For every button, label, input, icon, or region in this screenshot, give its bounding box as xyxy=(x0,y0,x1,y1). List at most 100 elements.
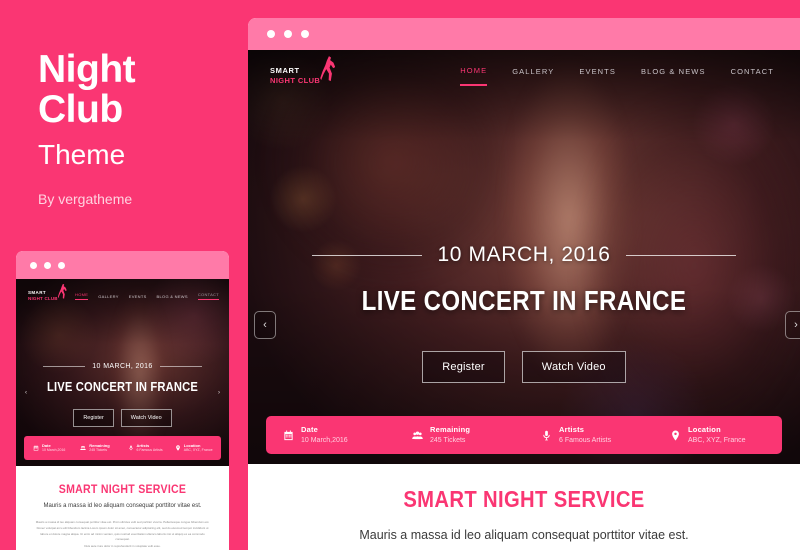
mini-info-cell-location: Location ABC, XYZ, France xyxy=(170,443,217,452)
nav-item-home[interactable]: HOME xyxy=(460,66,488,86)
service-title: SMART NIGHT SERVICE xyxy=(403,486,645,512)
mini-nav-menu: HOME GALLERY EVENTS BLOG & NEWS CONTACT xyxy=(75,292,219,300)
service-section: SMART NIGHT SERVICE Mauris a massa id le… xyxy=(248,464,800,542)
dancer-silhouette-icon xyxy=(57,283,67,299)
mini-body-line4: ad minim veniam, quis nostrud exercitati… xyxy=(90,531,205,542)
logo-line1: SMART xyxy=(270,66,300,76)
mini-info-bar: Date 10 March,2016 Remaining 245 Tickets xyxy=(24,436,221,460)
mini-logo[interactable]: SMART NIGHT CLUB xyxy=(28,283,67,302)
mini-window-titlebar xyxy=(16,251,229,279)
event-info-bar: Date 10 March,2016 Remaining 245 Tickets… xyxy=(266,416,782,454)
register-button[interactable]: Register xyxy=(422,351,505,383)
location-pin-icon xyxy=(672,429,679,441)
carousel-prev-button[interactable]: ‹ xyxy=(254,311,276,339)
mini-info-cell-remaining: Remaining 245 Tickets xyxy=(75,443,122,452)
mini-hero-section: SMART NIGHT CLUB HOME GALLERY EVENTS BLO… xyxy=(16,279,229,466)
info-value-remaining: 245 Tickets xyxy=(430,437,466,445)
chevron-right-icon: › xyxy=(794,319,798,331)
mini-info-cell-date: Date 10 March,2016 xyxy=(28,443,75,452)
mini-info-text-artists: Artists 6 Famous Artists xyxy=(137,443,163,452)
window-dot-3[interactable] xyxy=(301,30,309,38)
info-title-date: Date xyxy=(301,424,319,434)
info-title-location: Location xyxy=(688,424,721,434)
info-value-date: 10 March,2016 xyxy=(301,437,348,445)
nav-item-blog-news[interactable]: BLOG & NEWS xyxy=(641,67,706,85)
mini-logo-line2: NIGHT CLUB xyxy=(28,295,58,301)
info-cell-location: Location ABC, XYZ, France xyxy=(653,425,782,446)
mini-hero-buttons: Register Watch Video xyxy=(16,409,229,427)
mini-logo-line1: SMART xyxy=(28,289,46,295)
mini-window-dot-1[interactable] xyxy=(30,261,37,269)
mini-nav-item-gallery[interactable]: GALLERY xyxy=(98,294,118,299)
mini-preview-window: SMART NIGHT CLUB HOME GALLERY EVENTS BLO… xyxy=(16,251,229,550)
info-text-remaining: Remaining 245 Tickets xyxy=(430,425,470,446)
hero-date: 10 MARCH, 2016 xyxy=(437,243,611,266)
mini-navbar: SMART NIGHT CLUB HOME GALLERY EVENTS BLO… xyxy=(16,279,229,313)
mini-info-value-remaining: 245 Tickets xyxy=(89,448,107,453)
hero-section: SMART NIGHT CLUB HOME GALLERY EVENTS BLO… xyxy=(248,50,800,464)
hero-rule-right xyxy=(626,254,737,256)
mini-window-dot-3[interactable] xyxy=(58,261,65,269)
nav-item-gallery[interactable]: GALLERY xyxy=(512,67,554,85)
info-text-date: Date 10 March,2016 xyxy=(301,425,348,446)
mini-carousel-next-icon[interactable]: › xyxy=(218,390,220,396)
mini-rule-right xyxy=(159,366,202,367)
info-title-artists: Artists xyxy=(559,424,585,434)
mini-body-line5: Duis aute irure dolor in reprehenderit i… xyxy=(84,544,161,549)
mini-register-button[interactable]: Register xyxy=(73,409,114,427)
promo-title-block: Night Club Theme By vergatheme xyxy=(38,49,238,208)
info-cell-date: Date 10 March,2016 xyxy=(266,425,395,446)
info-text-location: Location ABC, XYZ, France xyxy=(688,425,746,446)
site-logo[interactable]: SMART NIGHT CLUB xyxy=(270,56,336,85)
microphone-icon xyxy=(543,430,550,440)
carousel-next-button[interactable]: › xyxy=(785,311,800,339)
navbar: SMART NIGHT CLUB HOME GALLERY EVENTS BLO… xyxy=(248,50,800,102)
calendar-icon xyxy=(284,429,293,440)
info-cell-artists: Artists 6 Famous Artists xyxy=(524,425,653,446)
window-dot-2[interactable] xyxy=(284,30,292,38)
promo-author: By vergatheme xyxy=(38,191,133,208)
mini-nav-item-home[interactable]: HOME xyxy=(75,292,89,300)
info-value-location: ABC, XYZ, France xyxy=(688,437,746,445)
main-preview-window: SMART NIGHT CLUB HOME GALLERY EVENTS BLO… xyxy=(248,18,800,550)
mini-service-subtitle: Mauris a massa id leo aliquam consequat … xyxy=(43,503,202,509)
calendar-icon xyxy=(33,445,39,451)
microphone-icon xyxy=(128,445,133,451)
info-text-artists: Artists 6 Famous Artists xyxy=(559,425,611,446)
mini-info-text-remaining: Remaining 245 Tickets xyxy=(89,443,109,452)
info-value-artists: 6 Famous Artists xyxy=(559,437,612,445)
mini-carousel-prev-icon[interactable]: ‹ xyxy=(25,390,27,396)
chevron-left-icon: ‹ xyxy=(263,319,267,331)
mini-nav-item-blog-news[interactable]: BLOG & NEWS xyxy=(157,294,188,299)
window-dot-1[interactable] xyxy=(267,30,275,38)
hero-rule-left xyxy=(311,254,422,256)
mini-info-text-date: Date 10 March,2016 xyxy=(42,443,65,452)
hero-headline: LIVE CONCERT IN FRANCE xyxy=(361,285,687,316)
mini-nav-item-contact[interactable]: CONTACT xyxy=(197,292,219,300)
mini-service-body: Mauris a massa id leo aliquam consequat … xyxy=(28,520,217,550)
mini-hero-date: 10 MARCH, 2016 xyxy=(92,363,153,370)
mini-watch-video-button[interactable]: Watch Video xyxy=(120,409,172,427)
dancer-silhouette-icon xyxy=(320,56,336,82)
mini-nav-item-events[interactable]: EVENTS xyxy=(129,294,147,299)
logo-line2: NIGHT CLUB xyxy=(270,76,321,85)
mini-rule-left xyxy=(43,366,86,367)
promo-title: Night Club xyxy=(38,49,238,130)
info-cell-remaining: Remaining 245 Tickets xyxy=(395,425,524,446)
nav-item-events[interactable]: EVENTS xyxy=(579,67,616,85)
mini-info-cell-artists: Artists 6 Famous Artists xyxy=(123,443,170,452)
mini-hero-content: 10 MARCH, 2016 LIVE CONCERT IN FRANCE Re… xyxy=(16,363,229,427)
mini-hero-date-row: 10 MARCH, 2016 xyxy=(16,363,229,370)
mini-info-value-artists: 6 Famous Artists xyxy=(136,448,163,453)
hero-date-row: 10 MARCH, 2016 xyxy=(248,243,800,267)
mini-service-section: SMART NIGHT SERVICE Mauris a massa id le… xyxy=(16,466,229,550)
hero-buttons: Register Watch Video xyxy=(248,351,800,383)
mini-window-body: SMART NIGHT CLUB HOME GALLERY EVENTS BLO… xyxy=(16,279,229,550)
mini-window-dot-2[interactable] xyxy=(44,261,51,269)
users-icon xyxy=(412,431,423,439)
promo-panel: Night Club Theme By vergatheme SMART NIG… xyxy=(0,0,245,550)
mini-info-value-location: ABC, XYZ, France xyxy=(183,448,213,453)
watch-video-button[interactable]: Watch Video xyxy=(521,351,626,383)
mini-hero-headline: LIVE CONCERT IN FRANCE xyxy=(46,379,198,394)
nav-item-contact[interactable]: CONTACT xyxy=(731,67,774,85)
